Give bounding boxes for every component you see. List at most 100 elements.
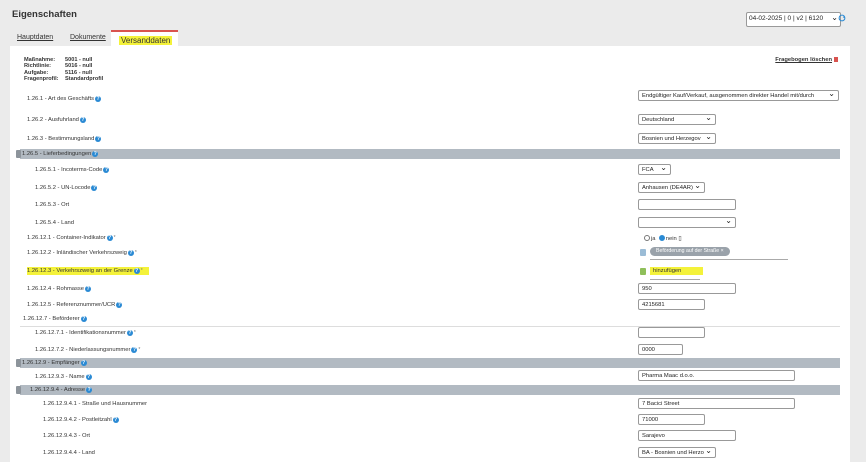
field-label: 1.26.2 - Ausfuhrland? — [27, 117, 86, 123]
section-label: 1.26.12.9 - Empfänger? — [22, 360, 87, 366]
refresh-icon[interactable] — [838, 14, 846, 22]
ort2-input[interactable]: Sarajevo — [638, 430, 736, 441]
field-label: 1.26.3 - Bestimmungsland? — [27, 136, 102, 142]
tab-versanddaten-label[interactable]: Versanddaten — [119, 36, 173, 45]
add-button[interactable]: hinzufügen — [650, 267, 703, 275]
main-panel: Maßnahme: 5001 - null Richtlinie: 5016 - n… — [10, 46, 850, 462]
delete-questionnaire-label[interactable]: Fragebogen löschen — [775, 57, 832, 63]
help-icon[interactable]: ? — [92, 151, 99, 157]
strasse-input[interactable]: 7 Bacici Street — [638, 398, 795, 409]
field-label: 1.26.12.7.1 - Identifikationsnummer? * — [35, 330, 136, 336]
field-label: 1.26.12.9.4.1 - Straße und Hausnummer — [43, 401, 147, 407]
select-value: Bosnien und Herzegov — [642, 136, 701, 142]
help-icon[interactable]: ? — [126, 330, 133, 336]
un-locode-select[interactable]: Anhausen (DE4AR) — [638, 182, 705, 193]
field-label-text: 1.26.12.5 - Referenznummer/UCR — [27, 302, 116, 308]
delete-questionnaire-link[interactable]: Fragebogen löschen — [775, 57, 838, 63]
meta-value: 5116 - null — [65, 69, 93, 76]
help-icon[interactable]: ? — [79, 117, 86, 123]
required-marker: * — [140, 268, 143, 274]
field-label-text: 1.26.1 - Art des Geschäfts — [27, 96, 95, 102]
help-icon[interactable]: ? — [127, 250, 134, 256]
page-title: Eigenschaften — [12, 9, 77, 20]
help-icon[interactable]: ? — [131, 347, 138, 353]
section-empfaenger[interactable]: 1.26.12.9 - Empfänger? — [16, 358, 840, 368]
radio-no-label[interactable]: nein — [666, 236, 677, 242]
select-value: BA - Bosnien und Herzo — [642, 450, 704, 456]
field-label-text: 1.26.5.1 - Incoterms-Code — [35, 167, 103, 173]
help-icon[interactable]: ? — [95, 136, 102, 142]
verkehrszweig-chip[interactable]: Beförderung auf der Straße × — [650, 247, 730, 256]
rohmasse-input[interactable]: 950 — [638, 283, 736, 294]
tab-dokumente[interactable]: Dokumente — [70, 34, 106, 41]
field-label-text: 1.26.5.3 - Ort — [35, 202, 70, 208]
help-icon[interactable]: ? — [80, 316, 87, 322]
chip-label: Beförderung auf der Straße × — [656, 248, 724, 254]
radio-yes-label[interactable]: ja — [651, 236, 656, 242]
section-label: 1.26.5 - Lieferbedingungen? — [22, 151, 99, 157]
radio-yes[interactable] — [644, 235, 650, 241]
collapse-toggle[interactable] — [16, 386, 21, 394]
help-icon[interactable]: ? — [85, 286, 92, 292]
trash-icon[interactable] — [834, 57, 838, 62]
section-adresse[interactable]: 1.26.12.9.4 - Adresse? — [16, 385, 840, 395]
art-des-geschaefts-select[interactable]: Endgültiger Kauf/Verkauf, ausgenommen di… — [638, 90, 839, 101]
help-icon[interactable]: ? — [95, 96, 102, 102]
container-radio-group: ja nein ▯ — [644, 235, 682, 242]
select-value: Anhausen (DE4AR) — [642, 185, 693, 191]
help-icon[interactable]: ? — [133, 268, 140, 274]
help-icon[interactable]: ? — [112, 417, 119, 423]
clear-icon[interactable]: ▯ — [678, 236, 681, 242]
field-label: 1.26.12.9.4.4 - Land — [43, 450, 95, 456]
ort-input[interactable] — [638, 199, 736, 210]
help-icon[interactable]: ? — [91, 185, 98, 191]
section-lieferbedingungen[interactable]: 1.26.5 - Lieferbedingungen? — [16, 149, 840, 159]
land2-select[interactable]: BA - Bosnien und Herzo — [638, 447, 716, 458]
input-value: 4215681 — [642, 302, 665, 308]
niederlassungsnummer-input[interactable]: 0000 — [638, 344, 683, 355]
meta-value: Standardprofil — [65, 75, 104, 82]
field-label: 1.26.1 - Art des Geschäfts? — [27, 96, 102, 102]
field-label-text: 1.26.12.9.4.3 - Ort — [43, 433, 91, 439]
land-select[interactable] — [638, 217, 736, 228]
help-icon[interactable]: ? — [80, 360, 87, 366]
tab-hauptdaten[interactable]: Hauptdaten — [17, 34, 53, 41]
field-label-text: 1.26.12.9.4.2 - Postleitzahl — [43, 417, 112, 423]
help-icon[interactable]: ? — [116, 302, 123, 308]
field-label-highlighted: 1.26.12.3 - Verkehrszweig an der Grenze?… — [27, 267, 149, 275]
field-label-text: 1.26.12.9.3 - Name — [35, 374, 85, 380]
help-icon[interactable]: ? — [86, 387, 93, 393]
identifikationsnummer-input[interactable] — [638, 327, 705, 338]
help-icon[interactable]: ? — [85, 374, 92, 380]
field-label-text: 1.26.12.7.2 - Niederlassungsnummer — [35, 347, 131, 353]
incoterms-select[interactable]: FCA — [638, 164, 671, 175]
ausfuhrland-select[interactable]: Deutschland — [638, 114, 716, 125]
field-label: 1.26.12.2 - Inländischer Verkehrszweig? * — [27, 250, 137, 256]
name-input[interactable]: Pharma Maac d.o.o. — [638, 370, 795, 381]
field-label-text: 1.26.12.9.4.4 - Land — [43, 450, 95, 456]
field-label: 1.26.5.1 - Incoterms-Code? — [35, 167, 110, 173]
collapse-toggle[interactable] — [16, 150, 21, 158]
field-label-text: 1.26.3 - Bestimmungsland — [27, 136, 95, 142]
section-label-text: 1.26.12.9.4 - Adresse — [30, 387, 86, 393]
add-button-label[interactable]: hinzufügen — [653, 268, 681, 274]
field-label: 1.26.5.4 - Land — [35, 220, 74, 226]
collapse-toggle[interactable] — [16, 359, 21, 367]
help-icon[interactable]: ? — [106, 235, 113, 241]
radio-no[interactable] — [658, 235, 665, 241]
add-icon[interactable] — [640, 268, 646, 275]
select-value: FCA — [642, 167, 654, 173]
postleitzahl-input[interactable]: 71000 — [638, 414, 705, 425]
bestimmungsland-select[interactable]: Bosnien und Herzegov — [638, 133, 716, 144]
field-label: 1.26.5.2 - UN-Locode? — [35, 185, 98, 191]
version-select[interactable]: 04-02-2025 | 0 | v2 | 6120 ⌄ — [746, 12, 841, 27]
meta-value: 5016 - null — [65, 63, 93, 70]
field-label-text: 1.26.5.2 - UN-Locode — [35, 185, 91, 191]
field-label-text: 1.26.5.4 - Land — [35, 220, 74, 226]
field-label: 1.26.12.7.2 - Niederlassungsnummer? * — [35, 347, 140, 353]
ucr-input[interactable]: 4215681 — [638, 299, 705, 310]
tag-icon — [640, 249, 646, 256]
help-icon[interactable]: ? — [103, 167, 110, 173]
field-label-text: 1.26.12.2 - Inländischer Verkehrszweig — [27, 250, 127, 256]
section-label: 1.26.12.9.4 - Adresse? — [30, 387, 93, 393]
